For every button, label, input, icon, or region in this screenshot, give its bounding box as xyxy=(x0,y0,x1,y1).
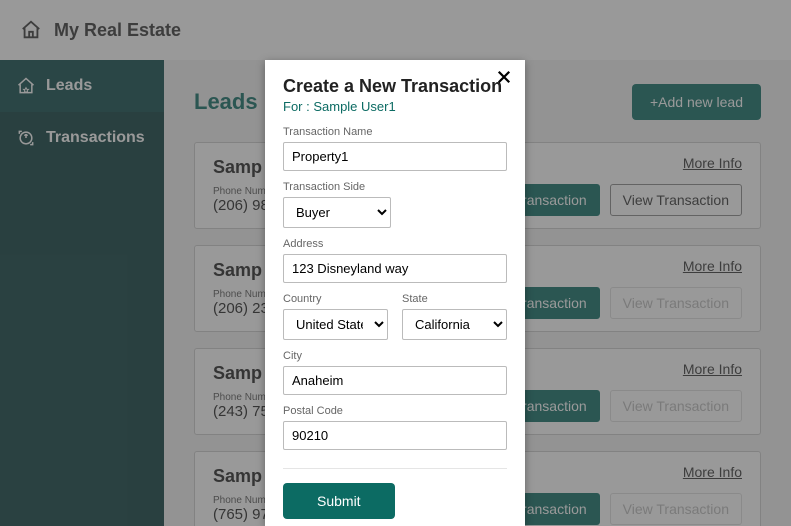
label-transaction-side: Transaction Side xyxy=(283,181,507,193)
state-select[interactable]: California xyxy=(402,309,507,340)
city-input[interactable] xyxy=(283,366,507,395)
modal-divider xyxy=(283,468,507,469)
label-state: State xyxy=(402,293,507,305)
postal-code-input[interactable] xyxy=(283,421,507,450)
transaction-name-input[interactable] xyxy=(283,142,507,171)
country-select[interactable]: United States xyxy=(283,309,388,340)
label-country: Country xyxy=(283,293,388,305)
address-input[interactable] xyxy=(283,254,507,283)
create-transaction-modal: Create a New Transaction For : Sample Us… xyxy=(265,60,525,526)
modal-subtitle: For : Sample User1 xyxy=(283,99,507,114)
submit-button[interactable]: Submit xyxy=(283,483,395,519)
label-city: City xyxy=(283,350,507,362)
label-address: Address xyxy=(283,238,507,250)
modal-title: Create a New Transaction xyxy=(283,76,507,97)
label-transaction-name: Transaction Name xyxy=(283,126,507,138)
close-icon[interactable] xyxy=(495,68,513,86)
transaction-side-select[interactable]: Buyer xyxy=(283,197,391,228)
label-postal-code: Postal Code xyxy=(283,405,507,417)
